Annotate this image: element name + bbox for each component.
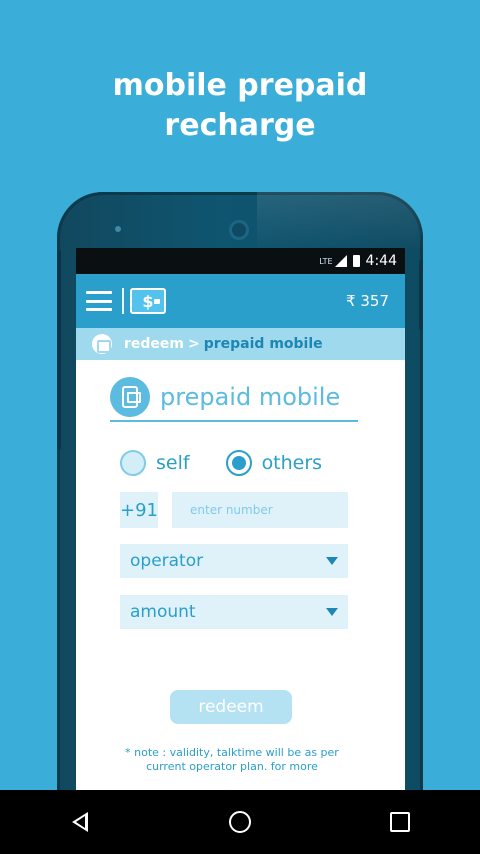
operator-select-label: operator (130, 551, 204, 571)
back-button[interactable] (65, 807, 95, 837)
phone-number-row: +91 (120, 492, 348, 528)
status-time: 4:44 (365, 253, 397, 269)
country-code[interactable]: +91 (120, 492, 158, 528)
back-icon (72, 812, 88, 832)
phone-side-edge-left (57, 250, 61, 450)
chevron-down-icon (326, 557, 338, 565)
headline-line-1: mobile prepaid (112, 68, 368, 103)
chevron-down-icon (326, 608, 338, 616)
breadcrumb-separator: > (188, 336, 200, 352)
radio-others-circle[interactable] (225, 450, 252, 476)
recents-button[interactable] (385, 807, 415, 837)
headline: mobile prepaid recharge (0, 66, 480, 146)
app-bar: $ ₹ 357 (76, 274, 405, 328)
status-bar: LTE 4:44 (76, 248, 405, 274)
home-button[interactable] (225, 807, 255, 837)
mobile-phone-icon (110, 377, 150, 417)
breadcrumb-current: prepaid mobile (203, 336, 323, 352)
phone-number-input[interactable] (172, 492, 348, 528)
signal-icon (334, 255, 347, 267)
hamburger-menu-icon[interactable] (86, 291, 112, 311)
radio-self-label: self (156, 452, 190, 474)
navigation-bar (0, 790, 480, 854)
breadcrumb: redeem > prepaid mobile (76, 328, 405, 360)
breadcrumb-parent[interactable]: redeem (124, 336, 184, 352)
wallet-symbol: $ (142, 291, 154, 311)
phone-screen: LTE 4:44 $ ₹ 357 redeem > prepaid mobile… (76, 248, 405, 790)
recents-icon (390, 812, 410, 832)
section-title-text: prepaid mobile (160, 383, 341, 411)
headline-line-2: recharge (164, 108, 316, 143)
battery-icon (352, 255, 360, 267)
radio-self[interactable]: self (120, 450, 190, 476)
home-icon (229, 811, 251, 833)
redeem-button[interactable]: redeem (170, 690, 292, 724)
recharge-form: prepaid mobile self others +91 operator … (76, 360, 405, 790)
app-bar-divider (122, 288, 124, 314)
phone-camera (229, 220, 249, 240)
amount-select-label: amount (130, 602, 196, 622)
radio-others[interactable]: others (225, 450, 323, 476)
wallet-icon[interactable]: $ (130, 288, 166, 314)
phone-sensor (115, 226, 121, 232)
radio-self-circle[interactable] (120, 450, 146, 476)
shopping-bag-icon (92, 334, 112, 354)
status-network: LTE (319, 256, 333, 266)
note-text: * note : validity, talktime will be as p… (125, 746, 339, 773)
radio-others-label: others (261, 452, 323, 474)
phone-side-button (419, 260, 423, 330)
wallet-balance: ₹ 357 (346, 292, 389, 310)
phone-glare (257, 192, 423, 252)
recipient-radio-group: self others (120, 448, 380, 478)
amount-select[interactable]: amount (120, 595, 348, 629)
section-title: prepaid mobile (110, 374, 358, 422)
operator-select[interactable]: operator (120, 544, 348, 578)
